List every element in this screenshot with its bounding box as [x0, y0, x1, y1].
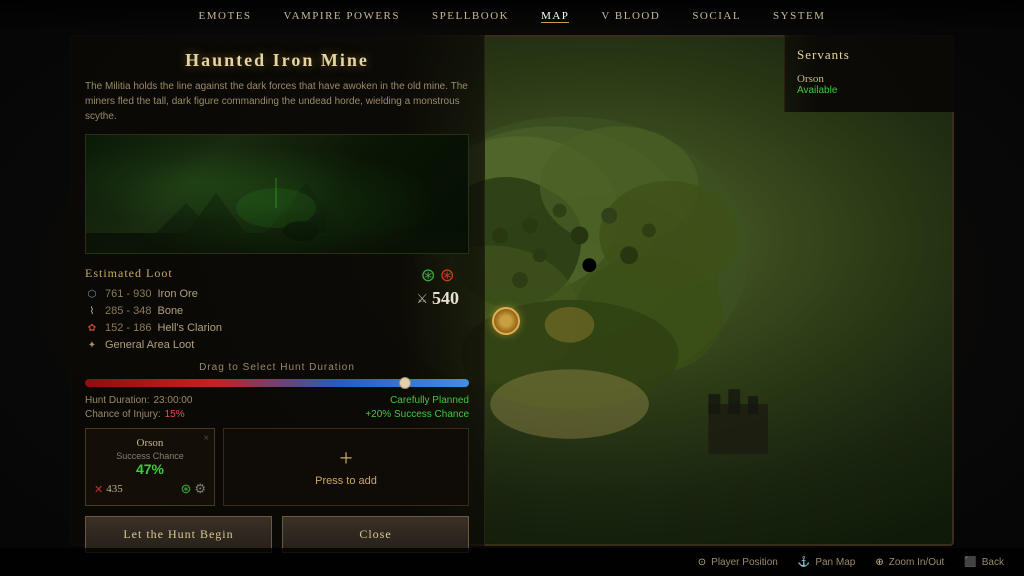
location-image — [85, 134, 469, 254]
sword-icon: ⚔ — [416, 291, 428, 307]
general-loot-icon: ✦ — [85, 338, 99, 352]
servant-chance-label: Success Chance — [94, 451, 206, 461]
nav-emotes[interactable]: Emotes — [199, 10, 252, 22]
clarion-name: Hell's Clarion — [157, 322, 221, 334]
servant-name: Orson — [94, 437, 206, 449]
hunt-duration-row: Hunt Duration: 23:00:00 Carefully Planne… — [85, 395, 469, 406]
nav-v-blood[interactable]: V Blood — [601, 10, 660, 22]
left-panel: Haunted Iron Mine The Militia holds the … — [70, 35, 485, 546]
hunt-power-value: 540 — [432, 288, 459, 309]
player-position-key: ⊙ — [698, 557, 706, 568]
servant-chance-value: 47% — [94, 461, 206, 477]
pan-map-key: ⚓ — [798, 557, 810, 568]
clarion-icon: ✿ — [85, 321, 99, 335]
hunt-power-display: ⊛ ⊛ ⚔ 540 — [416, 265, 459, 309]
add-plus-icon: + — [339, 447, 353, 471]
hint-zoom: ⊕ Zoom In/Out — [875, 557, 944, 568]
back-label: Back — [982, 557, 1004, 568]
loot-section: Estimated Loot ⬡ 761 - 930 Iron Ore ⌇ 28… — [85, 266, 469, 352]
servants-panel-title: Servants — [797, 47, 942, 63]
nav-social[interactable]: Social — [692, 10, 741, 22]
map-location-marker — [492, 307, 520, 335]
hint-back: ⬛ Back — [964, 557, 1004, 568]
loot-item-general: ✦ General Area Loot — [85, 338, 469, 352]
zoom-key: ⊕ — [875, 557, 883, 568]
loot-item-bone: ⌇ 285 - 348 Bone — [85, 304, 469, 318]
slider-thumb[interactable] — [399, 377, 411, 389]
iron-name: Iron Ore — [157, 288, 197, 300]
bone-range: 285 - 348 — [105, 305, 151, 317]
iron-ore-icon: ⬡ — [85, 287, 99, 301]
bone-icon: ⌇ — [85, 304, 99, 318]
top-navigation: Emotes Vampire Powers Spellbook Map V Bl… — [0, 0, 1024, 32]
power-icon-left: ⊛ — [421, 265, 436, 286]
player-position-label: Player Position — [711, 557, 778, 568]
loot-item-clarion: ✿ 152 - 186 Hell's Clarion — [85, 321, 469, 335]
loot-item-iron: ⬡ 761 - 930 Iron Ore — [85, 287, 469, 301]
servant-card-orson: Orson × Success Chance 47% ✕ 435 ⊛ ⚙ — [85, 428, 215, 506]
add-servant-slot[interactable]: + Press to add — [223, 428, 469, 506]
location-description: The Militia holds the line against the d… — [85, 79, 469, 124]
hint-pan-map: ⚓ Pan Map — [798, 557, 855, 568]
general-loot-name: General Area Loot — [105, 339, 194, 351]
drag-label: Drag to Select Hunt Duration — [85, 362, 469, 373]
mine-silhouette-svg — [86, 173, 466, 253]
back-key: ⬛ — [964, 557, 976, 568]
injury-value: 15% — [165, 409, 185, 420]
duration-label: Hunt Duration: — [85, 395, 149, 406]
nav-vampire-powers[interactable]: Vampire Powers — [284, 10, 400, 22]
servant-buff-icon[interactable]: ⊛ — [180, 481, 191, 497]
hunt-duration-section: Drag to Select Hunt Duration Hunt Durati… — [85, 362, 469, 420]
location-title: Haunted Iron Mine — [85, 50, 469, 71]
right-panel: Servants Orson Available — [784, 35, 954, 112]
bone-name: Bone — [157, 305, 183, 317]
servant-cross-icon: ✕ — [94, 483, 103, 496]
servant-remove-button[interactable]: × — [203, 433, 209, 444]
bottom-bar: ⊙ Player Position ⚓ Pan Map ⊕ Zoom In/Ou… — [0, 548, 1024, 576]
hunt-duration-slider[interactable] — [85, 379, 469, 387]
servant-stats: ✕ 435 ⊛ ⚙ — [94, 481, 206, 497]
nav-system[interactable]: System — [773, 10, 825, 22]
nav-spellbook[interactable]: Spellbook — [432, 10, 509, 22]
servant-power-display: ✕ 435 — [94, 483, 123, 496]
servant-list-item-orson: Orson Available — [797, 73, 942, 96]
servant-action-icons: ⊛ ⚙ — [180, 481, 206, 497]
hunt-bonus: +20% Success Chance — [365, 409, 469, 420]
servant-gear-icon[interactable]: ⚙ — [194, 481, 206, 497]
hunt-quality: Carefully Planned — [390, 395, 469, 406]
loot-title: Estimated Loot — [85, 266, 469, 281]
add-servant-label: Press to add — [315, 475, 377, 487]
map-container: 0 Haunted Iron Mine The Militia holds th… — [70, 35, 954, 546]
servant-row: Orson × Success Chance 47% ✕ 435 ⊛ ⚙ + — [85, 428, 469, 506]
servant-power-value: 435 — [106, 483, 123, 495]
power-icon-right: ⊛ — [440, 265, 455, 286]
hint-player-position: ⊙ Player Position — [698, 557, 778, 568]
injury-label: Chance of Injury: — [85, 409, 161, 420]
hunt-injury-row: Chance of Injury: 15% +20% Success Chanc… — [85, 409, 469, 420]
nav-map[interactable]: Map — [541, 10, 569, 23]
clarion-range: 152 - 186 — [105, 322, 151, 334]
zoom-label: Zoom In/Out — [889, 557, 945, 568]
pan-map-label: Pan Map — [815, 557, 855, 568]
servant-list-name: Orson — [797, 73, 942, 85]
iron-range: 761 - 930 — [105, 288, 151, 300]
duration-value: 23:00:00 — [153, 395, 192, 406]
servant-list-status: Available — [797, 85, 942, 96]
